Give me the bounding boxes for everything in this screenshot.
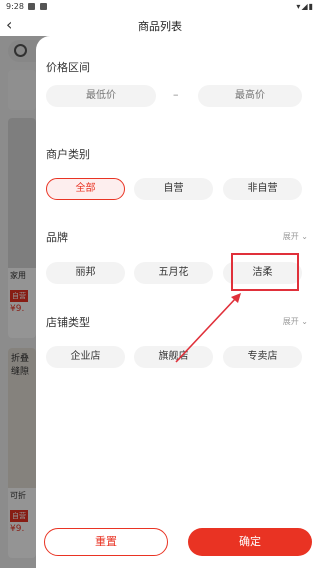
annotation-arrow-icon — [175, 293, 241, 363]
